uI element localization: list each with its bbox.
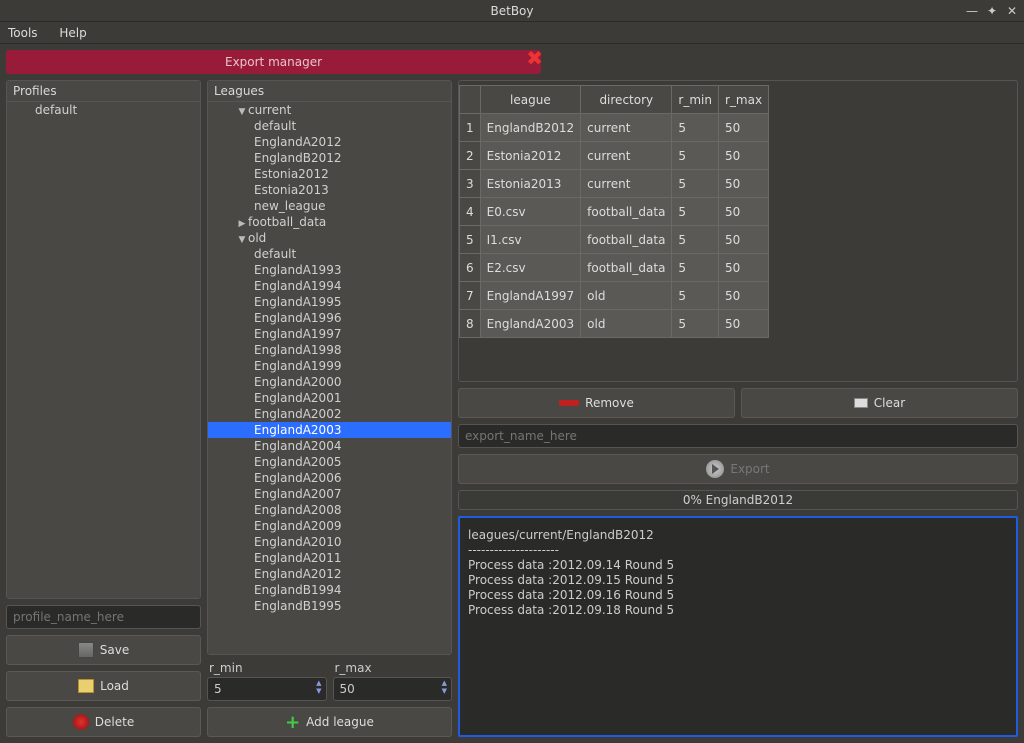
league-tree-item[interactable]: Estonia2013 [208, 182, 451, 198]
rmin-label: r_min [207, 661, 327, 675]
league-tree-item[interactable]: EnglandB1994 [208, 582, 451, 598]
export-name-input[interactable] [458, 424, 1018, 448]
leagues-header: Leagues [208, 81, 451, 102]
rmax-label: r_max [333, 661, 453, 675]
league-tree-item[interactable]: EnglandA2003 [208, 422, 451, 438]
minimize-button[interactable]: — [966, 0, 978, 22]
league-tree-item[interactable]: ▶football_data [208, 214, 451, 230]
window-title: BetBoy [491, 4, 534, 18]
table-row[interactable]: 1EnglandB2012current550 [460, 114, 769, 142]
league-tree-item[interactable]: EnglandB1995 [208, 598, 451, 614]
menu-tools[interactable]: Tools [8, 26, 38, 40]
table-row[interactable]: 2Estonia2012current550 [460, 142, 769, 170]
league-tree-item[interactable]: ▼old [208, 230, 451, 246]
plus-icon: + [285, 712, 300, 733]
league-tree-item[interactable]: EnglandA2000 [208, 374, 451, 390]
save-button[interactable]: Save [6, 635, 201, 665]
progress-bar: 0% EnglandB2012 [458, 490, 1018, 510]
table-row[interactable]: 5I1.csvfootball_data550 [460, 226, 769, 254]
league-tree-item[interactable]: new_league [208, 198, 451, 214]
league-tree-item[interactable]: EnglandA1999 [208, 358, 451, 374]
table-row[interactable]: 3Estonia2013current550 [460, 170, 769, 198]
table-row[interactable]: 6E2.csvfootball_data550 [460, 254, 769, 282]
league-tree-item[interactable]: EnglandA1996 [208, 310, 451, 326]
export-table-panel: leaguedirectoryr_minr_max1EnglandB2012cu… [458, 80, 1018, 382]
table-header[interactable]: r_min [672, 86, 719, 114]
league-tree-item[interactable]: EnglandA1995 [208, 294, 451, 310]
remove-button[interactable]: Remove [458, 388, 735, 418]
table-header[interactable]: r_max [718, 86, 768, 114]
league-tree-item[interactable]: EnglandA2006 [208, 470, 451, 486]
menu-help[interactable]: Help [59, 26, 86, 40]
rmin-spinner[interactable]: 5 ▲▼ [207, 677, 327, 701]
save-icon [78, 642, 94, 658]
profile-item[interactable]: default [7, 102, 200, 118]
close-button[interactable]: ✕ [1006, 0, 1018, 22]
league-tree-item[interactable]: ▼current [208, 102, 451, 118]
league-tree-item[interactable]: EnglandA2007 [208, 486, 451, 502]
league-tree-item[interactable]: EnglandA2012 [208, 566, 451, 582]
banner-close-icon[interactable]: ✖ [526, 46, 543, 70]
league-tree-item[interactable]: EnglandA2004 [208, 438, 451, 454]
table-row[interactable]: 8EnglandA2003old550 [460, 310, 769, 338]
league-tree-item[interactable]: EnglandA2009 [208, 518, 451, 534]
menubar: Tools Help [0, 22, 1024, 44]
table-header[interactable]: directory [581, 86, 672, 114]
spinner-arrows-icon[interactable]: ▲▼ [316, 679, 321, 695]
load-button[interactable]: Load [6, 671, 201, 701]
play-icon [706, 460, 724, 478]
league-tree-item[interactable]: EnglandA1998 [208, 342, 451, 358]
clear-icon [854, 398, 868, 408]
banner-label: Export manager [225, 55, 322, 69]
profile-name-input[interactable] [6, 605, 201, 629]
log-output[interactable]: leagues/current/EnglandB2012 -----------… [458, 516, 1018, 737]
profiles-header: Profiles [7, 81, 200, 102]
leagues-panel: Leagues ▼currentdefaultEnglandA2012Engla… [207, 80, 452, 655]
clear-button[interactable]: Clear [741, 388, 1018, 418]
league-tree-item[interactable]: EnglandB2012 [208, 150, 451, 166]
table-row[interactable]: 7EnglandA1997old550 [460, 282, 769, 310]
league-tree-item[interactable]: EnglandA2011 [208, 550, 451, 566]
chevron-down-icon[interactable]: ▼ [236, 235, 248, 245]
minus-icon [559, 400, 579, 406]
leagues-tree[interactable]: ▼currentdefaultEnglandA2012EnglandB2012E… [208, 102, 451, 654]
table-row[interactable]: 4E0.csvfootball_data550 [460, 198, 769, 226]
chevron-right-icon[interactable]: ▶ [236, 219, 248, 229]
export-table[interactable]: leaguedirectoryr_minr_max1EnglandB2012cu… [459, 85, 769, 338]
export-manager-banner: Export manager ✖ [6, 50, 541, 74]
league-tree-item[interactable]: default [208, 246, 451, 262]
league-tree-item[interactable]: EnglandA2010 [208, 534, 451, 550]
delete-button[interactable]: Delete [6, 707, 201, 737]
folder-icon [78, 679, 94, 693]
league-tree-item[interactable]: EnglandA1997 [208, 326, 451, 342]
export-button[interactable]: Export [458, 454, 1018, 484]
maximize-button[interactable]: ✦ [986, 0, 998, 22]
league-tree-item[interactable]: EnglandA2001 [208, 390, 451, 406]
titlebar: BetBoy — ✦ ✕ [0, 0, 1024, 22]
window-controls: — ✦ ✕ [966, 0, 1018, 22]
league-tree-item[interactable]: EnglandA1994 [208, 278, 451, 294]
rmax-spinner[interactable]: 50 ▲▼ [333, 677, 453, 701]
spinner-arrows-icon[interactable]: ▲▼ [442, 679, 447, 695]
league-tree-item[interactable]: EnglandA2002 [208, 406, 451, 422]
league-tree-item[interactable]: EnglandA2008 [208, 502, 451, 518]
league-tree-item[interactable]: EnglandA1993 [208, 262, 451, 278]
profiles-tree[interactable]: default [7, 102, 200, 598]
league-tree-item[interactable]: EnglandA2005 [208, 454, 451, 470]
table-header[interactable] [460, 86, 481, 114]
delete-icon [73, 714, 89, 730]
chevron-down-icon[interactable]: ▼ [236, 107, 248, 117]
league-tree-item[interactable]: default [208, 118, 451, 134]
league-tree-item[interactable]: Estonia2012 [208, 166, 451, 182]
league-tree-item[interactable]: EnglandA2012 [208, 134, 451, 150]
add-league-button[interactable]: + Add league [207, 707, 452, 737]
table-header[interactable]: league [480, 86, 581, 114]
profiles-panel: Profiles default [6, 80, 201, 599]
